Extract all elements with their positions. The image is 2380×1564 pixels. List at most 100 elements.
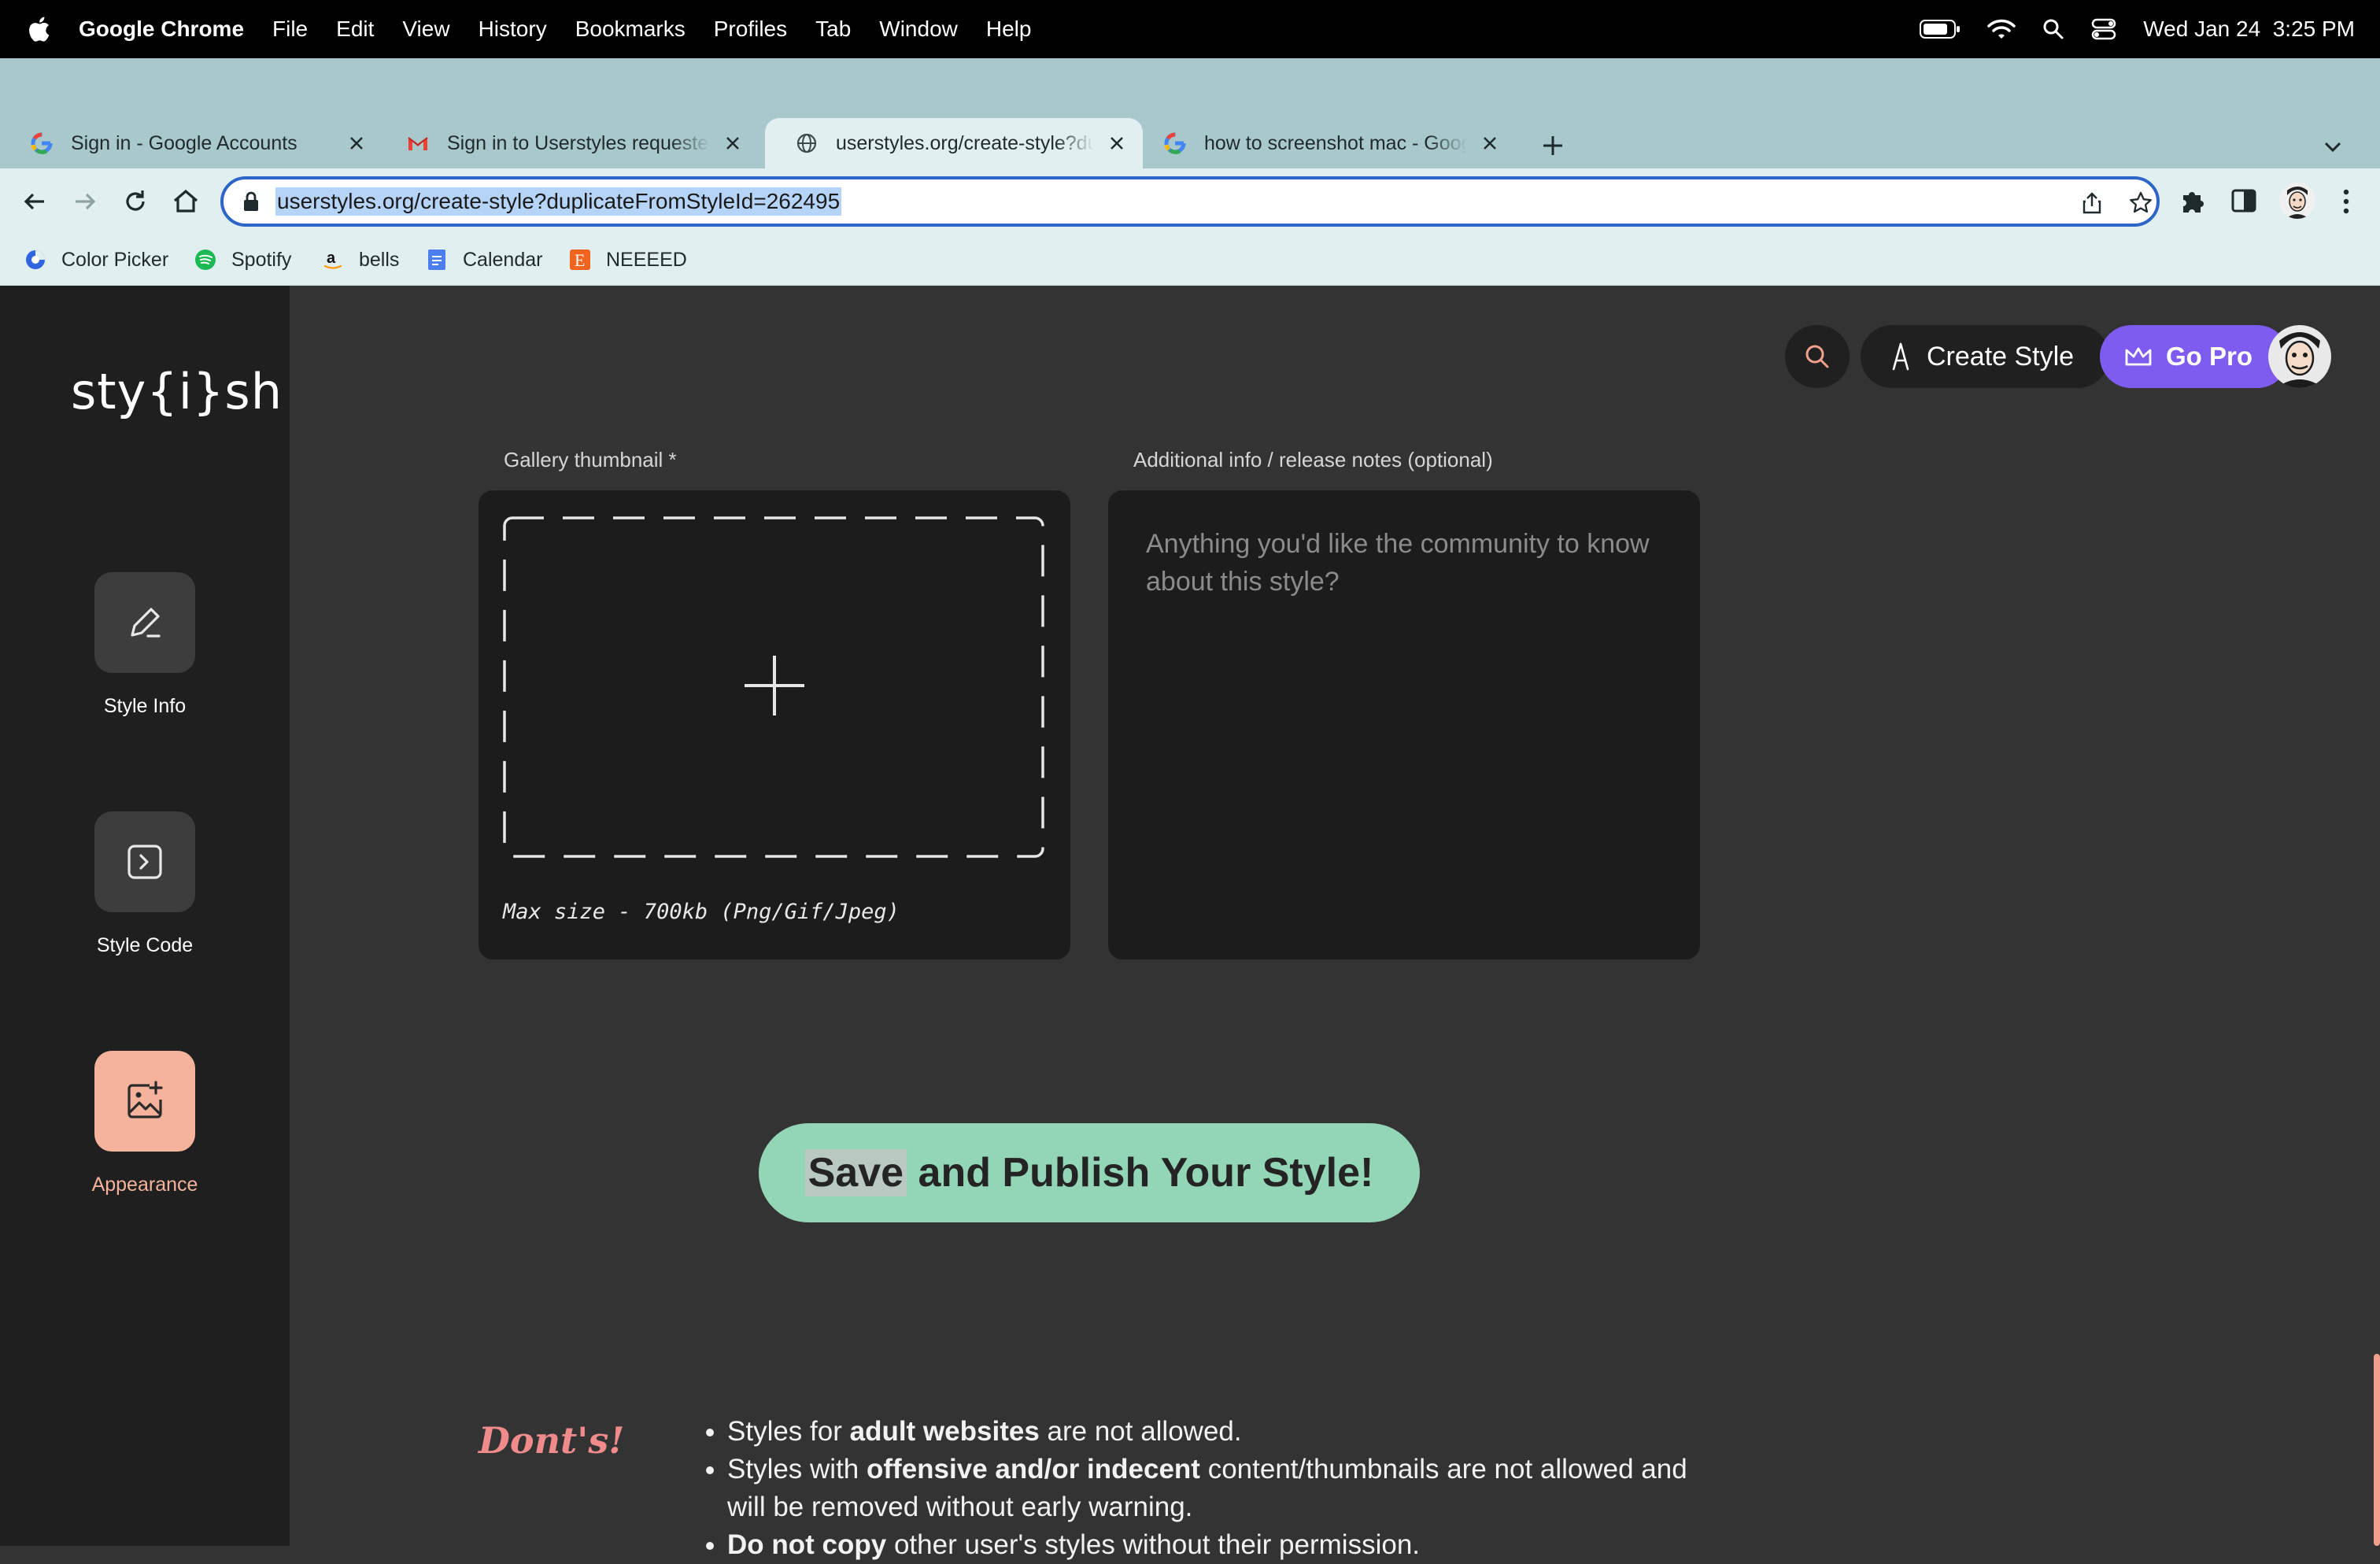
list-item: Styles with offensive and/or indecent co… bbox=[727, 1451, 1703, 1526]
crown-icon bbox=[2125, 347, 2152, 366]
menu-edit[interactable]: Edit bbox=[336, 17, 374, 42]
sidebar-item-label: Style Code bbox=[96, 934, 194, 956]
sidebar-item-icon-box[interactable] bbox=[94, 572, 195, 673]
go-pro-label: Go Pro bbox=[2166, 342, 2253, 371]
menu-history[interactable]: History bbox=[479, 17, 547, 42]
tab-gmail-userstyles[interactable]: Sign in to Userstyles requested bbox=[376, 118, 759, 168]
control-center-icon[interactable] bbox=[2091, 18, 2116, 40]
save-and-publish-button[interactable]: Save and Publish Your Style! bbox=[759, 1123, 1420, 1222]
tab-search-chevron-icon[interactable] bbox=[2322, 135, 2344, 157]
date-text: Wed Jan 24 bbox=[2143, 17, 2261, 41]
tab-userstyles-create[interactable]: userstyles.org/create-style?duplicateFro… bbox=[765, 118, 1143, 168]
bookmark-star-icon[interactable] bbox=[2128, 190, 2153, 216]
menu-tab[interactable]: Tab bbox=[815, 17, 851, 42]
google-icon bbox=[31, 132, 53, 154]
user-face-icon bbox=[2276, 332, 2323, 388]
notes-label: Additional info / release notes (optiona… bbox=[1133, 448, 1493, 471]
close-tab-icon[interactable] bbox=[345, 131, 368, 155]
thumbnail-label: Gallery thumbnail * bbox=[504, 448, 677, 471]
bookmark-bells[interactable]: a bells bbox=[321, 244, 399, 275]
battery-icon[interactable] bbox=[1920, 19, 1961, 39]
side-panel-icon[interactable] bbox=[2229, 186, 2259, 216]
profile-face-icon bbox=[2286, 187, 2309, 219]
close-tab-icon[interactable] bbox=[721, 131, 745, 155]
bookmark-label: bells bbox=[359, 248, 400, 271]
code-icon bbox=[128, 845, 162, 879]
add-plus-icon[interactable] bbox=[741, 653, 808, 719]
menu-app-name[interactable]: Google Chrome bbox=[79, 17, 244, 42]
lock-icon[interactable] bbox=[242, 191, 260, 212]
main-content: Create Style Go Pro Gallery thumbnail * … bbox=[290, 286, 2380, 1560]
sidebar-item-style-code[interactable]: Style Code bbox=[0, 812, 290, 957]
docs-icon bbox=[428, 250, 445, 270]
search-button[interactable] bbox=[1785, 325, 1850, 388]
sidebar-item-icon-box[interactable] bbox=[94, 812, 195, 912]
sidebar-item-icon-box[interactable] bbox=[94, 1051, 195, 1152]
rule-emphasis: Do not copy bbox=[727, 1529, 887, 1560]
rule-text: are not allowed. bbox=[1039, 1416, 1242, 1447]
wifi-icon[interactable] bbox=[1987, 18, 2016, 40]
release-notes-panel bbox=[1108, 490, 1700, 959]
menu-help[interactable]: Help bbox=[986, 17, 1032, 42]
publish-label-rest: and Publish Your Style! bbox=[907, 1150, 1374, 1196]
tab-title: Sign in to Userstyles requested bbox=[447, 131, 710, 154]
page-scrollbar[interactable] bbox=[2374, 1354, 2380, 1546]
bookmarks-bar: Color Picker Spotify a bells Calendar E … bbox=[0, 235, 2380, 286]
tab-google-search[interactable]: how to screenshot mac - Google Search bbox=[1133, 118, 1516, 168]
tab-google-sign-in[interactable]: Sign in - Google Accounts bbox=[0, 118, 382, 168]
release-notes-field[interactable] bbox=[1108, 490, 1700, 959]
search-icon bbox=[1805, 345, 1829, 368]
gmail-icon bbox=[408, 137, 428, 150]
svg-text:E: E bbox=[575, 250, 585, 270]
user-avatar[interactable] bbox=[2268, 325, 2331, 388]
share-icon[interactable] bbox=[2079, 190, 2105, 216]
tab-title: how to screenshot mac - Google Search bbox=[1204, 131, 1467, 154]
amazon-icon: a bbox=[323, 250, 342, 269]
menu-bar: Google Chrome File Edit View History Boo… bbox=[0, 0, 2380, 58]
menu-view[interactable]: View bbox=[402, 17, 449, 42]
bookmark-label: Color Picker bbox=[61, 248, 169, 271]
bookmark-calendar[interactable]: Calendar bbox=[425, 244, 542, 275]
go-pro-button[interactable]: Go Pro bbox=[2100, 325, 2289, 388]
brush-icon bbox=[1892, 342, 1909, 371]
url-text[interactable]: userstyles.org/create-style?duplicateFro… bbox=[275, 187, 842, 216]
home-icon[interactable] bbox=[170, 186, 201, 217]
stylish-logo[interactable]: sty{i}sh bbox=[71, 363, 283, 420]
list-item: Do not copy other user's styles without … bbox=[727, 1526, 1703, 1564]
pencil-icon bbox=[131, 608, 161, 638]
rule-emphasis: adult websites bbox=[849, 1416, 1040, 1447]
menu-window[interactable]: Window bbox=[879, 17, 958, 42]
forward-arrow-icon[interactable] bbox=[69, 186, 101, 217]
bookmark-label: Calendar bbox=[463, 248, 543, 271]
create-style-button[interactable]: Create Style bbox=[1861, 325, 2109, 388]
sidebar-item-appearance[interactable]: Appearance bbox=[0, 1051, 290, 1196]
profile-avatar[interactable] bbox=[2279, 183, 2315, 219]
rule-text: Styles with bbox=[727, 1454, 867, 1485]
bookmark-label: Spotify bbox=[231, 248, 292, 271]
new-tab-icon[interactable] bbox=[1539, 132, 1566, 159]
extensions-puzzle-icon[interactable] bbox=[2179, 186, 2208, 216]
apple-icon[interactable] bbox=[27, 16, 50, 43]
address-bar[interactable]: userstyles.org/create-style?duplicateFro… bbox=[220, 176, 2160, 227]
menu-bookmarks[interactable]: Bookmarks bbox=[575, 17, 686, 42]
bookmark-neeeed[interactable]: E NEEEED bbox=[568, 244, 687, 275]
menu-profiles[interactable]: Profiles bbox=[714, 17, 787, 42]
more-menu-icon[interactable] bbox=[2333, 186, 2360, 217]
bookmark-spotify[interactable]: Spotify bbox=[194, 244, 291, 275]
reload-icon[interactable] bbox=[120, 186, 151, 217]
menu-file[interactable]: File bbox=[272, 17, 308, 42]
rule-text: other user's styles without their permis… bbox=[886, 1529, 1421, 1560]
google-icon bbox=[1164, 132, 1186, 154]
tab-title: Sign in - Google Accounts bbox=[71, 131, 298, 154]
bookmark-color-picker[interactable]: Color Picker bbox=[24, 244, 168, 275]
close-tab-icon[interactable] bbox=[1478, 131, 1502, 155]
close-tab-icon[interactable] bbox=[1105, 131, 1129, 155]
sidebar-item-style-info[interactable]: Style Info bbox=[0, 572, 290, 718]
thumbnail-size-hint: Max size - 700kb (Png/Gif/Jpeg) bbox=[503, 900, 900, 924]
color-picker-icon bbox=[26, 250, 45, 269]
rule-text: Styles for bbox=[727, 1416, 850, 1447]
spotlight-search-icon[interactable] bbox=[2042, 18, 2064, 40]
menu-bar-date[interactable]: Wed Jan 24 3:25 PM bbox=[2143, 17, 2355, 42]
spotify-icon bbox=[195, 250, 216, 270]
back-arrow-icon[interactable] bbox=[19, 186, 50, 217]
